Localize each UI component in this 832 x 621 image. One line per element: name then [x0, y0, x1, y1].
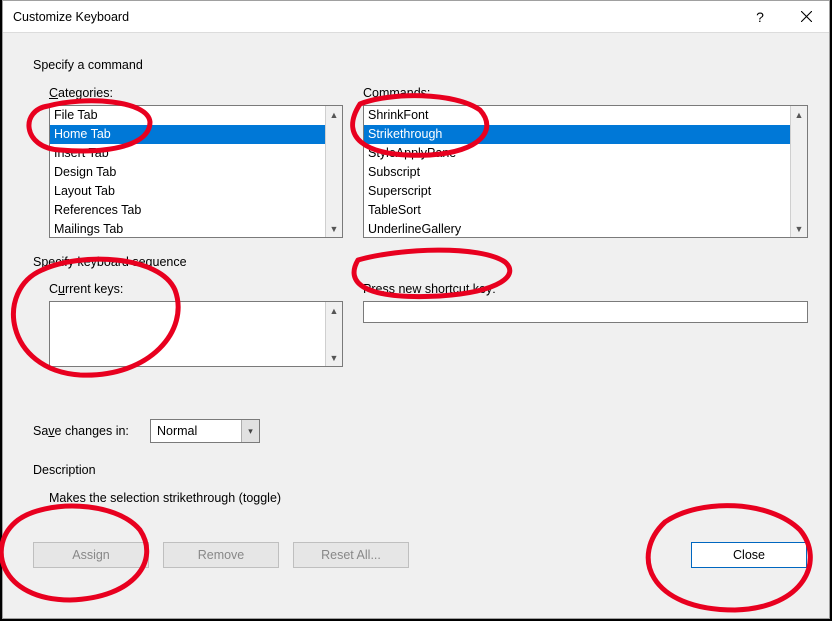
- scroll-up-icon[interactable]: ▲: [326, 302, 342, 319]
- help-button[interactable]: ?: [737, 1, 783, 32]
- list-item[interactable]: Insert Tab: [50, 144, 342, 163]
- list-item[interactable]: Layout Tab: [50, 182, 342, 201]
- current-keys-scrollbar[interactable]: ▲ ▼: [325, 302, 342, 366]
- section-description: Description: [33, 463, 96, 477]
- remove-button: Remove: [163, 542, 279, 568]
- section-specify-command: Specify a command: [33, 58, 143, 72]
- current-keys-listbox[interactable]: ▲ ▼: [49, 301, 343, 367]
- description-text: Makes the selection strikethrough (toggl…: [49, 491, 281, 505]
- close-button[interactable]: Close: [691, 542, 807, 568]
- commands-scrollbar[interactable]: ▲ ▼: [790, 106, 807, 237]
- commands-listbox[interactable]: ▲ ▼ ShrinkFont Strikethrough StyleApplyP…: [363, 105, 808, 238]
- scroll-down-icon[interactable]: ▼: [326, 349, 342, 366]
- label-press-new: Press new shortcut key:Press new shortcu…: [363, 282, 496, 296]
- customize-keyboard-dialog: Customize Keyboard ? Specify a command C…: [2, 0, 830, 619]
- list-item[interactable]: Strikethrough: [364, 125, 807, 144]
- save-changes-value: Normal: [157, 424, 197, 438]
- close-icon[interactable]: [783, 1, 829, 32]
- scroll-up-icon[interactable]: ▲: [326, 106, 342, 123]
- list-item[interactable]: Superscript: [364, 182, 807, 201]
- save-changes-dropdown[interactable]: Normal ▾: [150, 419, 260, 443]
- categories-listbox[interactable]: ▲ ▼ File Tab Home Tab Insert Tab Design …: [49, 105, 343, 238]
- list-item[interactable]: UnderlineGallery: [364, 220, 807, 238]
- list-item[interactable]: Subscript: [364, 163, 807, 182]
- list-item[interactable]: StyleApplyPane: [364, 144, 807, 163]
- label-commands: Commands:Commands:: [363, 86, 430, 100]
- list-item[interactable]: Design Tab: [50, 163, 342, 182]
- list-item[interactable]: Mailings Tab: [50, 220, 342, 238]
- titlebar: Customize Keyboard ?: [3, 1, 829, 33]
- dialog-title: Customize Keyboard: [13, 10, 129, 24]
- section-keyboard-sequence: Specify keyboard sequence: [33, 255, 187, 269]
- assign-button: Assign: [33, 542, 149, 568]
- label-categories: CCategories:ategories:: [49, 86, 113, 100]
- press-new-shortcut-input[interactable]: [363, 301, 808, 323]
- chevron-down-icon[interactable]: ▾: [241, 420, 259, 442]
- label-save-changes-in: Save changes in:Save changes in:: [33, 424, 129, 438]
- list-item[interactable]: Home Tab: [50, 125, 342, 144]
- list-item[interactable]: TableSort: [364, 201, 807, 220]
- scroll-down-icon[interactable]: ▼: [326, 220, 342, 237]
- list-item[interactable]: ShrinkFont: [364, 106, 807, 125]
- categories-scrollbar[interactable]: ▲ ▼: [325, 106, 342, 237]
- list-item[interactable]: References Tab: [50, 201, 342, 220]
- scroll-up-icon[interactable]: ▲: [791, 106, 807, 123]
- list-item[interactable]: File Tab: [50, 106, 342, 125]
- reset-all-button[interactable]: Reset All...: [293, 542, 409, 568]
- scroll-down-icon[interactable]: ▼: [791, 220, 807, 237]
- label-current-keys: Current keys:Current keys:: [49, 282, 123, 296]
